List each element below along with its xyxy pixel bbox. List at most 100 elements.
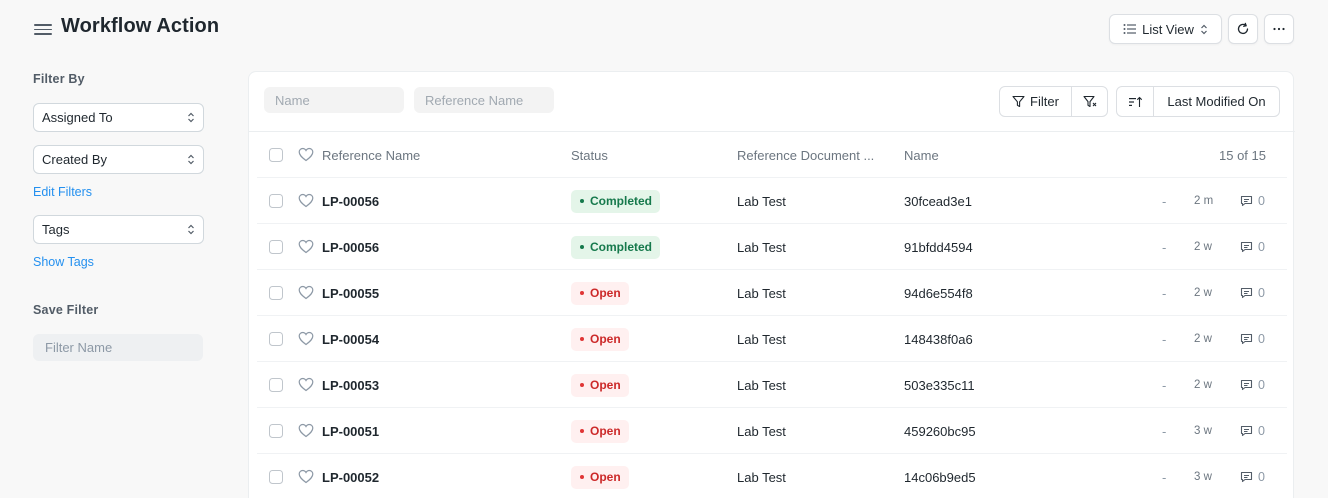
- table-row[interactable]: LP-00051 Open Lab Test 459260bc95 - 3 w 0: [257, 408, 1287, 454]
- comment-count[interactable]: 0: [1240, 454, 1265, 498]
- filter-button[interactable]: Filter: [1000, 87, 1072, 116]
- reference-name-link[interactable]: LP-00052: [322, 454, 379, 498]
- list-view-label: List View: [1142, 21, 1194, 37]
- list-card: Filter Last Modified On Reference Name: [248, 71, 1295, 498]
- filter-name-input[interactable]: [33, 334, 203, 361]
- comment-count-value: 0: [1258, 194, 1265, 208]
- reference-name-link[interactable]: LP-00051: [322, 408, 379, 454]
- reference-document-cell: Lab Test: [737, 377, 786, 393]
- comment-count-value: 0: [1258, 378, 1265, 392]
- heart-icon[interactable]: [298, 469, 314, 484]
- name-filter-input[interactable]: [264, 87, 404, 113]
- select-all-checkbox[interactable]: [269, 148, 283, 162]
- row-checkbox[interactable]: [269, 424, 283, 438]
- modified-time: 2 w: [1194, 241, 1212, 253]
- column-header-status[interactable]: Status: [571, 132, 608, 178]
- tags-select[interactable]: Tags: [33, 215, 204, 244]
- status-label: Open: [590, 332, 621, 346]
- assigned-placeholder: -: [1162, 469, 1167, 485]
- reference-name-link[interactable]: LP-00056: [322, 224, 379, 270]
- heart-icon[interactable]: [298, 147, 314, 162]
- sort-button-group: Last Modified On: [1116, 86, 1280, 117]
- filter-label: Filter: [1030, 94, 1059, 109]
- modified-time: 2 w: [1194, 379, 1212, 391]
- heart-icon[interactable]: [298, 377, 314, 392]
- row-checkbox[interactable]: [269, 240, 283, 254]
- row-checkbox[interactable]: [269, 470, 283, 484]
- table-row[interactable]: LP-00056 Completed Lab Test 91bfdd4594 - 2 w 0: [257, 224, 1287, 270]
- heart-icon[interactable]: [298, 285, 314, 300]
- heart-icon[interactable]: [298, 423, 314, 438]
- table-row[interactable]: LP-00056 Completed Lab Test 30fcead3e1 - 2 m 0: [257, 178, 1287, 224]
- reference-name-link[interactable]: LP-00056: [322, 178, 379, 224]
- assigned-to-select[interactable]: Assigned To: [33, 103, 204, 132]
- sort-ascending-icon: [1128, 96, 1142, 107]
- comment-count[interactable]: 0: [1240, 316, 1265, 362]
- modified-time: 2 w: [1194, 333, 1212, 345]
- save-filter-label: Save Filter: [33, 303, 99, 317]
- column-header-reference-name[interactable]: Reference Name: [322, 132, 420, 178]
- more-options-button[interactable]: [1264, 14, 1294, 44]
- sort-by-button[interactable]: Last Modified On: [1154, 87, 1279, 116]
- comment-count[interactable]: 0: [1240, 362, 1265, 408]
- comment-count[interactable]: 0: [1240, 178, 1265, 224]
- name-cell: 14c06b9ed5: [904, 469, 976, 485]
- table-row[interactable]: LP-00052 Open Lab Test 14c06b9ed5 - 3 w 0: [257, 454, 1287, 498]
- chevron-updown-icon: [188, 224, 194, 235]
- page-header: Workflow Action List View: [0, 0, 1328, 58]
- sort-direction-button[interactable]: [1117, 87, 1154, 116]
- status-cell: Open: [571, 362, 629, 408]
- status-badge: Completed: [571, 189, 661, 213]
- reference-document-cell: Lab Test: [737, 193, 786, 209]
- comment-count[interactable]: 0: [1240, 270, 1265, 316]
- reference-name-filter-input[interactable]: [414, 87, 554, 113]
- reference-name-link[interactable]: LP-00055: [322, 270, 379, 316]
- list-view-button[interactable]: List View: [1109, 14, 1222, 44]
- status-dot-icon: [580, 245, 584, 249]
- table-row[interactable]: LP-00055 Open Lab Test 94d6e554f8 - 2 w 0: [257, 270, 1287, 316]
- name-cell: 30fcead3e1: [904, 193, 972, 209]
- status-badge: Completed: [571, 235, 661, 259]
- row-checkbox[interactable]: [269, 332, 283, 346]
- heart-icon[interactable]: [298, 193, 314, 208]
- assigned-placeholder: -: [1162, 193, 1167, 209]
- comment-icon: [1240, 425, 1253, 437]
- comment-count-value: 0: [1258, 240, 1265, 254]
- assigned-placeholder: -: [1162, 239, 1167, 255]
- comment-icon: [1240, 333, 1253, 345]
- tags-label: Tags: [42, 222, 70, 237]
- comment-count-value: 0: [1258, 424, 1265, 438]
- status-dot-icon: [580, 383, 584, 387]
- status-dot-icon: [580, 291, 584, 295]
- table-row[interactable]: LP-00054 Open Lab Test 148438f0a6 - 2 w 0: [257, 316, 1287, 362]
- show-tags-link[interactable]: Show Tags: [33, 255, 94, 269]
- clear-filter-button[interactable]: [1072, 87, 1107, 116]
- refresh-button[interactable]: [1228, 14, 1258, 44]
- status-label: Completed: [590, 194, 653, 208]
- status-label: Open: [590, 470, 621, 484]
- table-row[interactable]: LP-00053 Open Lab Test 503e335c11 - 2 w 0: [257, 362, 1287, 408]
- row-checkbox[interactable]: [269, 286, 283, 300]
- filter-clear-icon: [1082, 95, 1096, 108]
- row-checkbox[interactable]: [269, 378, 283, 392]
- status-cell: Completed: [571, 224, 661, 270]
- reference-name-link[interactable]: LP-00054: [322, 316, 379, 362]
- row-checkbox[interactable]: [269, 194, 283, 208]
- column-header-reference-document[interactable]: Reference Document ...: [737, 132, 874, 178]
- created-by-select[interactable]: Created By: [33, 145, 204, 174]
- chevron-updown-icon: [188, 112, 194, 123]
- status-label: Completed: [590, 240, 653, 254]
- heart-icon[interactable]: [298, 239, 314, 254]
- status-badge: Open: [571, 281, 629, 305]
- filter-button-group: Filter: [999, 86, 1108, 117]
- comment-count[interactable]: 0: [1240, 224, 1265, 270]
- menu-icon[interactable]: [34, 21, 52, 37]
- reference-name-link[interactable]: LP-00053: [322, 362, 379, 408]
- assigned-placeholder: -: [1162, 377, 1167, 393]
- assigned-placeholder: -: [1162, 331, 1167, 347]
- heart-icon[interactable]: [298, 331, 314, 346]
- edit-filters-link[interactable]: Edit Filters: [33, 185, 92, 199]
- column-header-name[interactable]: Name: [904, 132, 939, 178]
- reference-document-cell: Lab Test: [737, 423, 786, 439]
- comment-count[interactable]: 0: [1240, 408, 1265, 454]
